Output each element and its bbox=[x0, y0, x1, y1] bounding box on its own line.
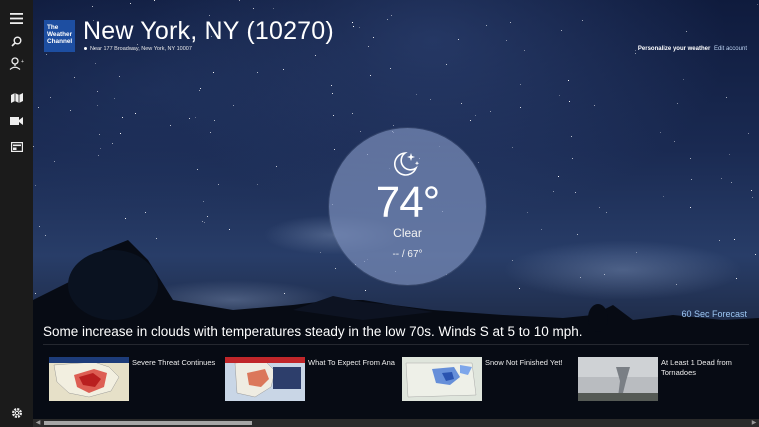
horizontal-scrollbar[interactable]: ◀ ▶ bbox=[33, 419, 759, 427]
news-title[interactable]: At Least 1 Dead from Tornadoes bbox=[661, 358, 753, 378]
location-address: Near 177 Broadway, New York, NY 10007 bbox=[84, 46, 192, 52]
settings-icon[interactable] bbox=[0, 401, 33, 425]
news-thumbnail[interactable] bbox=[49, 357, 129, 401]
news-title[interactable]: Severe Threat Continues bbox=[132, 358, 224, 368]
personalize-label: Personalize your weather bbox=[637, 46, 711, 52]
news-thumbnail[interactable] bbox=[578, 357, 658, 401]
scrollbar-thumb[interactable] bbox=[44, 421, 252, 425]
logo-line: Channel bbox=[47, 38, 73, 45]
menu-icon[interactable] bbox=[0, 6, 33, 30]
logo-line: The bbox=[47, 24, 59, 31]
scroll-left-icon[interactable]: ◀ bbox=[34, 419, 42, 427]
logo-line: Weather bbox=[47, 31, 73, 38]
condition-text: Clear bbox=[393, 226, 422, 240]
location-icon[interactable]: + bbox=[0, 51, 33, 75]
search-icon[interactable] bbox=[0, 29, 33, 53]
weather-channel-logo[interactable]: The Weather Channel bbox=[44, 20, 75, 52]
news-item[interactable]: Severe Threat Continues bbox=[49, 357, 225, 401]
news-item[interactable]: Snow Not Finished Yet! bbox=[402, 357, 578, 401]
location-dot-icon bbox=[84, 47, 87, 51]
address-text: Near 177 Broadway, New York, NY 10007 bbox=[90, 46, 192, 52]
sixty-sec-forecast-link[interactable]: 60 Sec Forecast bbox=[681, 309, 747, 319]
divider bbox=[43, 344, 749, 345]
app-bar: + bbox=[0, 0, 34, 427]
moon-stars-icon bbox=[393, 152, 420, 176]
video-icon[interactable] bbox=[0, 109, 33, 133]
news-item[interactable]: What To Expect From Ana bbox=[225, 357, 401, 401]
weather-background: The Weather Channel New York, NY (10270)… bbox=[33, 0, 759, 427]
news-item[interactable]: At Least 1 Dead from Tornadoes bbox=[578, 357, 754, 401]
svg-text:+: + bbox=[21, 59, 24, 65]
map-icon[interactable] bbox=[0, 86, 33, 110]
news-icon[interactable] bbox=[0, 135, 33, 159]
forecast-summary: Some increase in clouds with temperature… bbox=[43, 324, 583, 339]
hi-lo-temperature: -- / 67° bbox=[392, 249, 423, 260]
news-title[interactable]: What To Expect From Ana bbox=[308, 358, 400, 368]
news-thumbnail[interactable] bbox=[225, 357, 305, 401]
news-thumbnail[interactable] bbox=[402, 357, 482, 401]
location-title[interactable]: New York, NY (10270) bbox=[83, 17, 334, 46]
scroll-right-icon[interactable]: ▶ bbox=[750, 419, 758, 427]
current-conditions[interactable]: 74° Clear -- / 67° bbox=[329, 128, 486, 285]
temperature: 74° bbox=[375, 178, 441, 227]
edit-account-link[interactable]: Edit account bbox=[714, 46, 747, 52]
news-title[interactable]: Snow Not Finished Yet! bbox=[485, 358, 577, 368]
personalize-bar: Personalize your weather Edit account bbox=[638, 46, 747, 52]
